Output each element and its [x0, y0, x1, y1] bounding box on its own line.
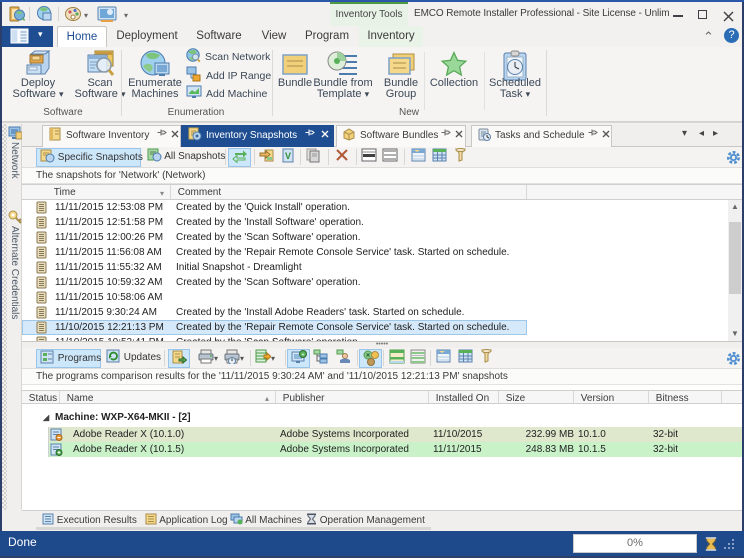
svg-text:+: + [301, 353, 305, 359]
svg-text:V: V [285, 151, 291, 161]
